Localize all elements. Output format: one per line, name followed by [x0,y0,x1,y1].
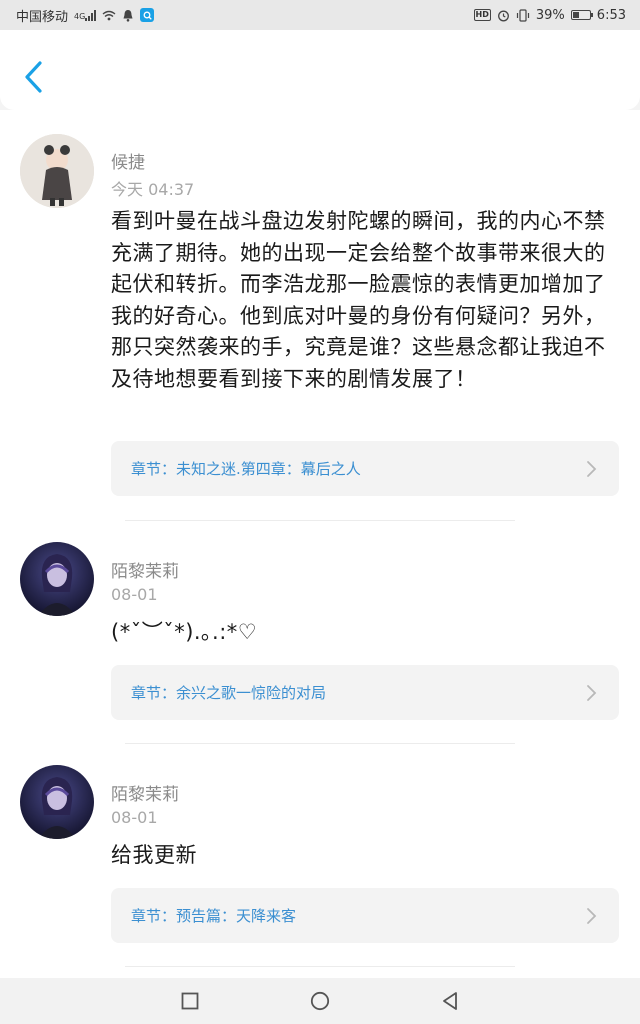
recents-button[interactable] [179,990,201,1012]
comment-time: 今天 04:37 [111,180,195,199]
back-arrow-icon[interactable] [22,60,46,94]
divider [125,966,515,967]
avatar[interactable] [20,765,94,839]
alarm-icon [497,10,509,21]
chapter-link[interactable]: 章节：预告篇：天降来客 [111,888,619,943]
app-search-icon [140,8,155,22]
comment-author: 陌黎茉莉 [111,562,179,582]
chevron-right-icon [587,908,597,924]
chevron-right-icon [587,685,597,701]
nav-back-button[interactable] [439,990,461,1012]
system-nav-bar [0,978,640,1024]
comment-list: 候捷 今天 04:37 看到叶曼在战斗盘边发射陀螺的瞬间，我的内心不禁充满了期待… [0,110,640,978]
signal-icon: 4G [74,9,97,21]
network-type: 4G [74,11,86,21]
comment-text: 给我更新 [111,843,197,867]
top-header [0,30,640,110]
comment-time: 08-01 [111,585,158,604]
carrier-label: 中国移动 [16,9,69,25]
clock: 6:53 [596,7,626,23]
chapter-label: 章节：预告篇：天降来客 [131,907,297,925]
comment-text: 看到叶曼在战斗盘边发射陀螺的瞬间，我的内心不禁充满了期待。她的出现一定会给整个故… [111,209,606,391]
wifi-icon [102,10,116,20]
chevron-right-icon [587,461,597,477]
divider [125,743,515,744]
avatar[interactable] [20,542,94,616]
avatar[interactable] [20,134,94,208]
hd-icon: HD [473,9,491,21]
chapter-link[interactable]: 章节：余兴之歌一惊险的对局 [111,665,619,720]
chapter-link[interactable]: 章节：未知之迷.第四章：幕后之人 [111,441,619,496]
status-bar: 中国移动 4G HD 39% 6:53 [0,0,640,30]
notification-bell-icon [123,9,133,22]
square-icon [181,992,199,1010]
chapter-label: 章节：余兴之歌一惊险的对局 [131,684,327,702]
comment-author: 候捷 [111,153,145,173]
chapter-label: 章节：未知之迷.第四章：幕后之人 [131,460,361,478]
circle-icon [310,991,330,1011]
triangle-back-icon [443,992,457,1010]
battery-icon [570,10,593,20]
comment-author: 陌黎茉莉 [111,785,179,805]
divider [125,520,515,521]
comment-time: 08-01 [111,808,158,827]
comment-text: (*ˇ︶ˇ*).｡.:*♡ [111,620,258,644]
vibrate-icon [516,8,529,22]
home-button[interactable] [309,990,331,1012]
battery-percent: 39% [535,7,565,23]
